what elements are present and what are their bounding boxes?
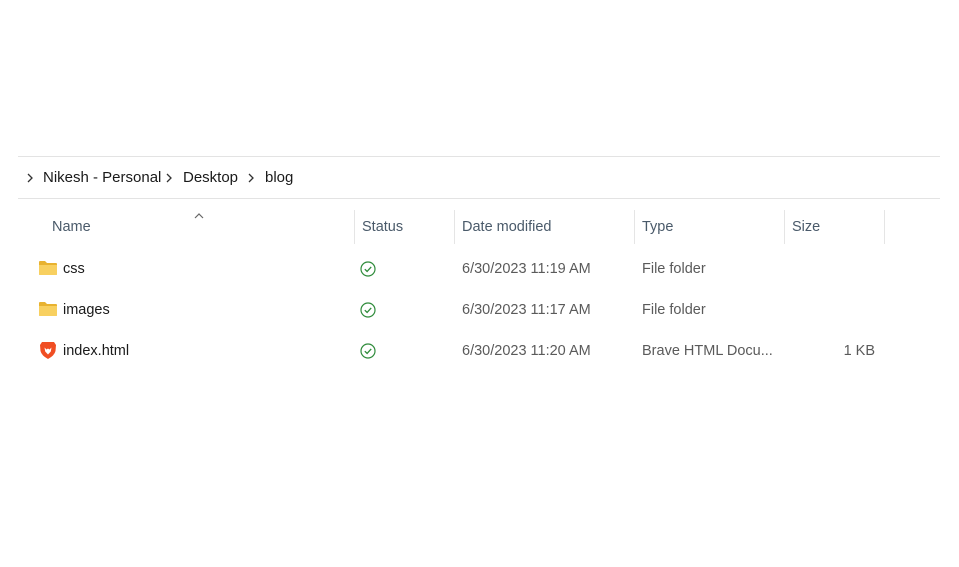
file-size — [798, 249, 875, 289]
column-header-row: Name Status Date modified Type Size — [18, 210, 940, 244]
file-date-modified: 6/30/2023 11:20 AM — [462, 343, 591, 359]
file-date-modified: 6/30/2023 11:17 AM — [462, 302, 591, 318]
column-header-name[interactable]: Name — [52, 210, 91, 244]
column-divider[interactable] — [454, 210, 455, 244]
column-header-type[interactable]: Type — [642, 210, 673, 244]
synced-check-circle-icon — [360, 343, 376, 359]
column-divider[interactable] — [354, 210, 355, 244]
breadcrumb-separator-chevron-icon[interactable] — [245, 171, 257, 185]
file-name[interactable]: index.html — [63, 331, 129, 371]
synced-check-circle-icon — [360, 302, 376, 318]
breadcrumb-item-blog[interactable]: blog — [265, 168, 293, 188]
sort-ascending-chevron-icon — [193, 208, 205, 219]
file-row-images[interactable]: images 6/30/2023 11:17 AM File folder — [18, 290, 940, 330]
brave-html-file-icon — [38, 340, 58, 360]
column-divider[interactable] — [784, 210, 785, 244]
breadcrumb-separator-chevron-icon[interactable] — [163, 171, 175, 185]
file-type: File folder — [642, 302, 706, 318]
file-row-css[interactable]: css 6/30/2023 11:19 AM File folder — [18, 249, 940, 289]
breadcrumb-item-desktop[interactable]: Desktop — [183, 168, 238, 188]
file-size — [798, 290, 875, 330]
file-type: Brave HTML Docu... — [642, 343, 773, 359]
file-name[interactable]: css — [63, 249, 85, 289]
column-header-status[interactable]: Status — [362, 210, 403, 244]
file-explorer-window: Nikesh - Personal Desktop blog Name Stat… — [0, 0, 959, 567]
file-name[interactable]: images — [63, 290, 110, 330]
file-size: 1 KB — [843, 343, 875, 359]
column-divider[interactable] — [884, 210, 885, 244]
breadcrumb-item-nikesh-personal[interactable]: Nikesh - Personal — [43, 168, 161, 188]
column-divider[interactable] — [634, 210, 635, 244]
folder-icon — [38, 258, 58, 278]
column-header-size[interactable]: Size — [792, 210, 820, 244]
breadcrumb-expand-chevron-icon[interactable] — [24, 171, 36, 185]
folder-icon — [38, 299, 58, 319]
file-row-index-html[interactable]: index.html 6/30/2023 11:20 AM Brave HTML… — [18, 331, 940, 371]
file-date-modified: 6/30/2023 11:19 AM — [462, 261, 591, 277]
synced-check-circle-icon — [360, 261, 376, 277]
column-header-date-modified[interactable]: Date modified — [462, 210, 551, 244]
file-type: File folder — [642, 261, 706, 277]
breadcrumb: Nikesh - Personal Desktop blog — [18, 156, 940, 199]
